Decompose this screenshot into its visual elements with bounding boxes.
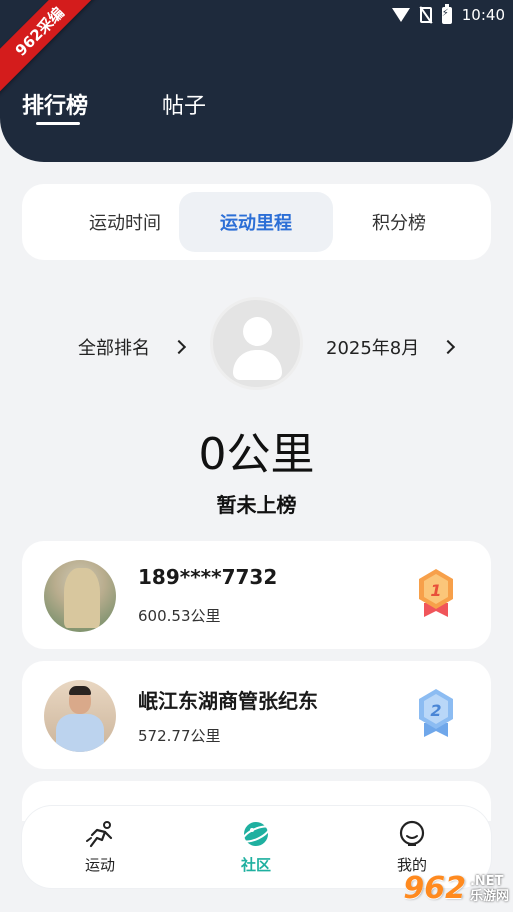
gold-medal-icon: 1	[419, 569, 453, 617]
tab-community[interactable]: 社区	[206, 820, 306, 875]
scope-selector[interactable]: 全部排名	[78, 334, 187, 360]
user-name: 189****7732	[138, 565, 278, 589]
battery-charging-icon	[441, 3, 452, 24]
leaderboard-item[interactable]: 189****7732 600.53公里 1	[22, 541, 491, 649]
user-placeholder-icon	[243, 317, 272, 346]
status-bar: 10:40	[391, 3, 505, 26]
user-placeholder-body	[233, 350, 282, 380]
segment-points[interactable]: 积分榜	[322, 192, 476, 252]
leaderboard-item[interactable]: 岷江东湖商管张纪东 572.77公里 2	[22, 661, 491, 769]
wifi-icon	[391, 8, 410, 22]
tab-ranking[interactable]: 排行榜	[22, 88, 88, 120]
tab-mine[interactable]: 我的	[362, 820, 462, 875]
planet-icon	[242, 822, 270, 846]
avatar	[44, 680, 116, 752]
tab-label: 运动	[84, 856, 115, 874]
my-distance: 0公里	[198, 429, 315, 480]
user-distance: 572.77公里	[138, 727, 221, 745]
silver-medal-icon: 2	[419, 689, 453, 737]
my-avatar	[210, 297, 303, 390]
tab-posts[interactable]: 帖子	[162, 88, 206, 120]
tab-active-indicator	[36, 122, 80, 125]
running-icon	[86, 821, 113, 848]
month-label: 2025年8月	[326, 338, 420, 359]
medal-rank: 2	[430, 701, 441, 720]
no-sim-icon	[419, 7, 432, 23]
tab-label: 社区	[240, 856, 271, 874]
segment-exercise-distance[interactable]: 运动里程	[179, 192, 333, 252]
watermark-domain: .NET	[469, 873, 504, 889]
watermark-site: 乐游网	[469, 888, 509, 904]
header: 10:40 排行榜 帖子	[0, 0, 513, 162]
status-time: 10:40	[461, 6, 505, 24]
chevron-right-icon	[441, 339, 456, 355]
tab-exercise[interactable]: 运动	[50, 820, 150, 875]
chevron-right-icon	[171, 339, 187, 355]
profile-face-icon	[399, 820, 425, 846]
user-name: 岷江东湖商管张纪东	[138, 689, 318, 713]
watermark-logo: 962	[403, 871, 466, 906]
user-distance: 600.53公里	[138, 607, 221, 625]
scope-label: 全部排名	[78, 338, 150, 359]
site-watermark: 962 .NET 乐游网	[403, 871, 509, 906]
avatar	[44, 560, 116, 632]
medal-rank: 1	[430, 581, 441, 600]
rank-status: 暂未上榜	[216, 493, 297, 517]
month-selector[interactable]: 2025年8月	[326, 334, 456, 360]
ranking-type-segment: 运动时间 运动里程 积分榜	[22, 184, 491, 260]
